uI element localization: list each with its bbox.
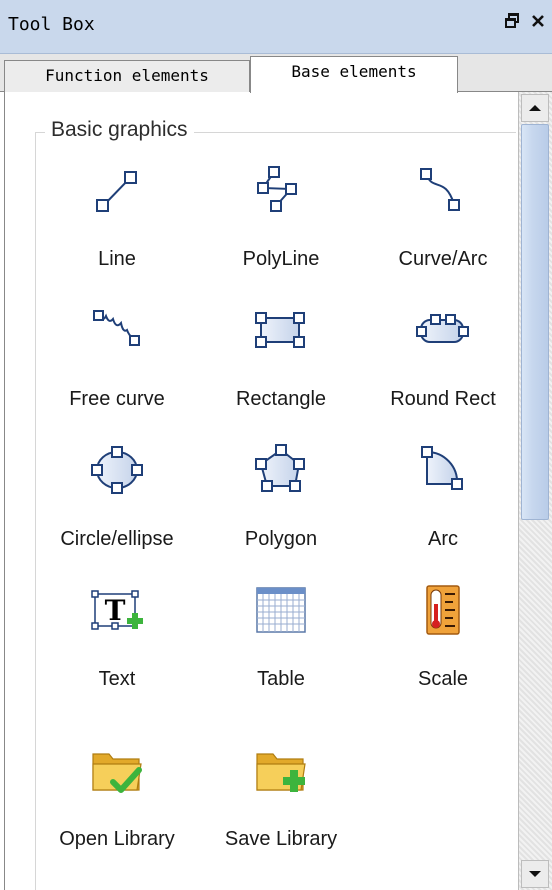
tool-rectangle[interactable]: Rectangle xyxy=(201,302,361,422)
tool-label: Save Library xyxy=(224,828,338,850)
free-curve-icon xyxy=(83,302,151,370)
open-library-icon xyxy=(83,742,151,810)
scale-icon xyxy=(409,582,477,650)
tool-open-library[interactable]: Open Library xyxy=(37,742,197,862)
polygon-icon xyxy=(247,442,315,510)
tool-save-library[interactable]: Save Library xyxy=(201,742,361,862)
arc-icon xyxy=(409,442,477,510)
tool-label: Curve/Arc xyxy=(398,248,488,270)
tool-polyline[interactable]: PolyLine xyxy=(201,162,361,282)
group-title: Basic graphics xyxy=(45,118,194,142)
polyline-icon xyxy=(247,162,315,230)
elements-panel: Basic graphics Line PolyLine Curve/Arc F… xyxy=(4,92,516,890)
close-icon[interactable] xyxy=(530,12,546,34)
tool-scale[interactable]: Scale xyxy=(363,582,516,702)
tool-arc[interactable]: Arc xyxy=(363,442,516,562)
tool-label: Open Library xyxy=(59,828,175,850)
tool-label: Arc xyxy=(428,528,458,550)
tool-label: Scale xyxy=(417,668,469,690)
tool-round-rect[interactable]: Round Rect xyxy=(363,302,516,422)
tool-label: Table xyxy=(257,668,305,690)
tool-curve-arc[interactable]: Curve/Arc xyxy=(363,162,516,282)
tool-text[interactable]: T Text xyxy=(37,582,197,702)
tool-label: Free curve xyxy=(69,388,165,410)
svg-text:T: T xyxy=(105,594,126,627)
tool-circle-ellipse[interactable]: Circle/ellipse xyxy=(37,442,197,562)
tool-label: Round Rect xyxy=(390,388,496,410)
tool-label: Text xyxy=(98,668,136,690)
rectangle-icon xyxy=(247,302,315,370)
text-icon: T xyxy=(83,582,151,650)
scroll-down-button[interactable] xyxy=(521,860,549,888)
tab-strip: Function elements Base elements xyxy=(0,54,552,93)
scroll-up-button[interactable] xyxy=(521,94,549,122)
tool-free-curve[interactable]: Free curve xyxy=(37,302,197,422)
window-title: Tool Box xyxy=(8,14,95,35)
line-icon xyxy=(83,162,151,230)
tool-table[interactable]: Table xyxy=(201,582,361,702)
tab-function-elements[interactable]: Function elements xyxy=(4,60,250,92)
tool-label: Polygon xyxy=(244,528,318,550)
vertical-scrollbar[interactable] xyxy=(518,92,552,890)
restore-window-icon[interactable] xyxy=(504,12,520,34)
tool-polygon[interactable]: Polygon xyxy=(201,442,361,562)
curve-arc-icon xyxy=(409,162,477,230)
tab-base-elements[interactable]: Base elements xyxy=(250,56,458,93)
tool-line[interactable]: Line xyxy=(37,162,197,282)
scroll-thumb[interactable] xyxy=(521,124,549,520)
save-library-icon xyxy=(247,742,315,810)
toolbox-titlebar: Tool Box xyxy=(0,0,552,54)
table-icon xyxy=(247,582,315,650)
arrow-down-icon xyxy=(529,871,541,877)
tool-label: Circle/ellipse xyxy=(60,528,174,550)
arrow-up-icon xyxy=(529,105,541,111)
tool-label: Rectangle xyxy=(235,388,327,410)
tool-label: PolyLine xyxy=(242,248,320,270)
round-rect-icon xyxy=(409,302,477,370)
tool-label: Line xyxy=(98,248,136,270)
circle-ellipse-icon xyxy=(83,442,151,510)
